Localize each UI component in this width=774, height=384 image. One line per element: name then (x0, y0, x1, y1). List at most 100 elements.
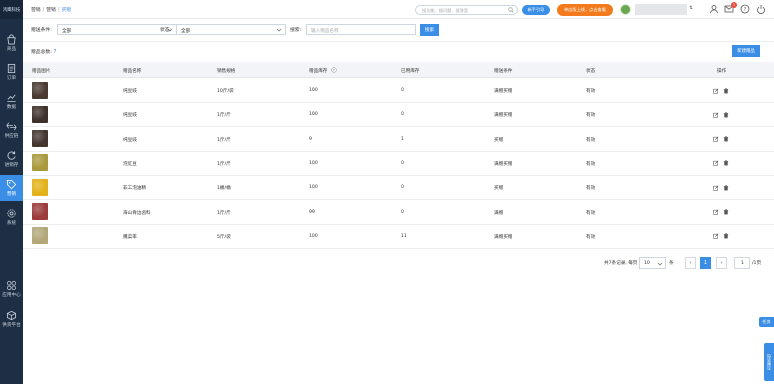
gift-thumbnail[interactable] (32, 227, 48, 245)
breadcrumb-item[interactable]: 营销 (31, 8, 41, 13)
delete-icon[interactable] (723, 112, 729, 118)
sidebar-item-label: 进销存 (4, 163, 19, 169)
search-icon[interactable] (508, 7, 514, 13)
search-label: 搜索: (290, 28, 302, 33)
edit-icon[interactable] (713, 233, 719, 239)
gift-thumbnail[interactable] (32, 81, 48, 99)
sidebar-item-orders[interactable]: 订单 (0, 59, 23, 85)
cell-condition: 满赠买赠 (494, 89, 513, 94)
chevron-down-icon (657, 262, 663, 265)
table-row: 纯豆豉 1斤/斤 9 1 买赠 有效 (23, 127, 774, 152)
help-icon[interactable]: ? (740, 4, 750, 14)
svg-text:?: ? (744, 7, 747, 13)
status-select-value: 全部 (181, 28, 191, 34)
gift-thumbnail[interactable] (32, 203, 48, 220)
user-dropdown-icon[interactable]: ⇅ (689, 6, 693, 11)
cell-used: 11 (401, 233, 407, 239)
sidebar-item-system[interactable]: 系统 (0, 204, 23, 230)
gift-thumbnail[interactable] (32, 178, 48, 196)
cell-spec: 5斤/袋 (217, 234, 231, 240)
task-float-button[interactable]: 任务 (759, 317, 774, 327)
gift-search-input[interactable]: 输入赠品名称 (306, 24, 416, 35)
page-size-select[interactable]: 10 (639, 257, 666, 269)
gift-total: 赠品总数: 7 (31, 48, 56, 55)
table-row: 纯豆豉 1斤/斤 100 0 满赠买赠 有效 (23, 103, 774, 128)
sidebar-item-label: 订单 (6, 76, 17, 82)
delete-icon[interactable] (723, 209, 729, 215)
next-page-button[interactable]: › (716, 257, 727, 269)
edit-icon[interactable] (713, 112, 719, 118)
sidebar-item-goods[interactable]: 商品 (0, 30, 23, 56)
cell-name: 纯豆豉 (123, 113, 137, 119)
gift-thumbnail[interactable] (32, 130, 48, 148)
cell-status: 有效 (586, 234, 596, 240)
search-button[interactable]: 搜索 (420, 23, 439, 36)
sidebar-item-supply-platform[interactable]: 供货平台 (0, 306, 23, 332)
sidebar: 鸿鹰科技 商品 订单 数据 供应链 进销存 营销 系统 应用中心 供货平台 (0, 0, 23, 384)
cell-used: 0 (401, 160, 404, 166)
gift-thumbnail[interactable] (32, 105, 48, 123)
cell-used: 0 (401, 185, 404, 191)
user-name-redacted[interactable] (635, 4, 687, 15)
delete-icon[interactable] (723, 233, 729, 239)
status-select[interactable]: 全部 (176, 24, 286, 35)
breadcrumb-item[interactable]: 营销 (46, 8, 56, 13)
feedback-float-button[interactable]: 投诉建议 (764, 343, 774, 381)
condition-select-value: 全部 (62, 28, 72, 34)
cell-stock: 9 (309, 136, 312, 142)
guide-button[interactable]: 新手引导 (522, 4, 550, 15)
gift-thumbnail[interactable] (32, 154, 48, 172)
cell-condition: 满赠买赠 (494, 113, 513, 119)
delete-icon[interactable] (723, 160, 729, 166)
goto-page-input[interactable]: 1 (734, 257, 750, 269)
delete-icon[interactable] (723, 185, 729, 191)
sidebar-item-inventory[interactable]: 进销存 (0, 146, 23, 172)
table-row: 纯豆豉 10斤/袋 100 0 满赠买赠 有效 (23, 79, 774, 103)
cell-used: 0 (401, 112, 404, 118)
apps-icon (7, 280, 16, 290)
cycle-icon (7, 151, 16, 160)
global-search-input[interactable]: 搜功能、搜问题、搜答案 (415, 4, 518, 15)
breadcrumb: 营销 / 营销 / 买赠 (31, 8, 72, 13)
prev-page-button[interactable]: ‹ (685, 257, 696, 269)
edit-icon[interactable] (713, 136, 719, 142)
chevron-down-icon (276, 28, 282, 31)
sidebar-item-label: 供应链 (4, 134, 19, 140)
sidebar-item-label: 商品 (6, 47, 17, 53)
sidebar-item-data[interactable]: 数据 (0, 88, 23, 114)
goto-page-value: 1 (741, 261, 744, 266)
avatar[interactable] (620, 3, 631, 15)
edit-icon[interactable] (713, 209, 719, 215)
condition-select[interactable]: 全部 (57, 24, 177, 35)
promo-button[interactable]: 单店版上线，点击查看 (557, 3, 613, 16)
page-button-current[interactable]: 1 (700, 257, 711, 269)
total-pages: /1页 (752, 261, 762, 266)
cell-stock: 100 (309, 88, 318, 93)
sidebar-item-label: 供货平台 (2, 323, 21, 329)
edit-icon[interactable] (713, 88, 719, 94)
delete-icon[interactable] (723, 87, 729, 94)
sidebar-item-supply[interactable]: 供应链 (0, 117, 23, 143)
document-icon (7, 63, 16, 73)
user-icon[interactable] (709, 4, 719, 14)
sidebar-item-marketing[interactable]: 营销 (0, 175, 23, 201)
pagination-summary: 共7条记录, 每页 (604, 261, 638, 266)
exchange-icon (6, 122, 17, 131)
cell-name: 纯豆豉 (123, 137, 137, 143)
logout-icon[interactable] (756, 4, 766, 14)
new-gift-button[interactable]: 新建赠品 (732, 45, 760, 57)
table-row: 海山骨边卤料 1斤/斤 99 0 满赠 有效 (23, 200, 774, 225)
brand-logo[interactable]: 鸿鹰科技 (0, 0, 23, 19)
info-icon[interactable]: ? (331, 67, 337, 73)
column-header: 销售规格 (217, 68, 236, 74)
cell-condition: 买赠 (494, 186, 504, 192)
summary-bar: 赠品总数: 7 新建赠品 (23, 41, 774, 59)
sidebar-item-label: 系统 (6, 221, 17, 227)
edit-icon[interactable] (713, 185, 719, 191)
delete-icon[interactable] (723, 136, 729, 142)
sidebar-item-app-center[interactable]: 应用中心 (0, 276, 23, 302)
cell-used: 0 (401, 88, 404, 93)
edit-icon[interactable] (713, 160, 719, 167)
cell-condition: 买赠 (494, 137, 504, 143)
cell-spec: 1斤/斤 (217, 113, 231, 119)
